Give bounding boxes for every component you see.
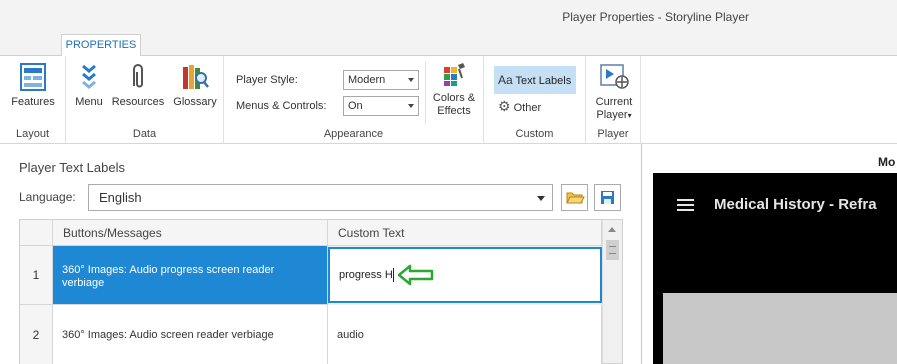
group-label-layout: Layout [15,128,50,140]
resources-button[interactable]: Resources [110,62,166,109]
pane-divider[interactable] [641,144,642,364]
group-player: Current Player▾ Player [586,56,641,144]
custom-text-value: progress H [339,269,393,281]
glossary-icon [183,65,209,89]
vertical-scrollbar[interactable] [602,220,622,363]
folder-icon [566,192,585,204]
row-number: 1 [20,246,53,305]
preview-title: Medical History - Refra [714,196,877,213]
scrollbar-thumb[interactable] [606,240,619,260]
table-row-message[interactable]: 360° Images: Audio progress screen reade… [53,246,328,305]
preview-slide-area [663,293,897,364]
features-label: Features [11,96,55,108]
ribbon-tab-row: PROPERTIES [0,32,897,57]
panel-title: Player Text Labels [19,160,125,175]
text-labels-table: Buttons/Messages Custom Text 1 360° Imag… [19,219,623,364]
custom-text-value: audio [337,329,364,341]
message-line2: verbiage [62,277,105,289]
scroll-up-icon[interactable] [608,227,616,232]
group-label-data: Data [132,128,157,140]
group-data: Menu Resources Glossary Data [66,56,224,144]
message-line1: 360° Images: Audio screen reader verbiag… [62,329,274,341]
language-label: Language: [19,190,76,204]
features-button[interactable]: Features [10,62,56,109]
hamburger-icon [677,199,694,211]
custom-text-cell[interactable]: audio [328,305,602,364]
glossary-button[interactable]: Glossary [170,62,220,109]
colors-effects-line2: Effects [437,105,471,117]
palette-icon [444,63,465,86]
language-dropdown[interactable]: English [88,184,553,211]
current-player-button[interactable]: Current Player▾ [590,62,638,122]
group-appearance: Player Style: Modern Menus & Controls: O… [224,56,484,144]
language-value: English [99,190,142,205]
player-icon [600,64,629,89]
save-icon [601,191,614,204]
chevron-down-icon [537,196,545,201]
column-header-custom-text[interactable]: Custom Text [328,220,602,246]
group-label-player: Player [597,128,629,140]
menu-button[interactable]: Menu [72,62,106,109]
save-button[interactable] [594,184,621,211]
menu-icon [82,64,96,89]
features-icon [20,63,46,91]
menus-controls-label: Menus & Controls: [236,100,327,112]
grip-icon [609,246,616,254]
text-cursor [392,268,394,283]
paperclip-icon [133,64,143,88]
gear-icon: ⚙ [498,98,511,114]
group-label-appearance: Appearance [323,128,384,140]
other-label: Other [513,102,542,114]
group-layout: Features Layout [0,56,66,144]
current-player-line2: Player [596,109,628,121]
open-folder-button[interactable] [561,184,588,211]
colors-effects-line1: Colors & [432,92,476,104]
title-bar: Player Properties - Storyline Player [0,0,897,32]
row-number-header [20,220,53,246]
menu-label: Menu [75,96,103,108]
player-style-dropdown[interactable]: Modern [343,70,419,90]
player-style-label: Player Style: [236,74,298,86]
resources-label: Resources [111,96,165,108]
text-labels-button[interactable]: Aa Text Labels [494,66,576,94]
row-number: 2 [20,305,53,364]
player-style-value: Modern [348,74,386,86]
menus-controls-value: On [348,100,363,112]
column-header-messages[interactable]: Buttons/Messages [53,220,328,246]
colors-effects-button[interactable]: Colors & Effects [428,62,480,118]
arrow-left-icon [397,264,434,286]
group-label-custom: Custom [515,128,554,140]
chevron-down-icon [408,104,414,108]
window-title: Player Properties - Storyline Player [562,10,749,24]
menus-controls-dropdown[interactable]: On [343,96,419,116]
text-labels-icon: Aa [498,73,513,87]
message-line1: 360° Images: Audio progress screen reade… [62,264,275,276]
custom-text-input[interactable]: progress H [328,247,602,303]
chevron-down-icon [408,78,414,82]
current-player-line1: Current [595,96,633,108]
separator [425,62,426,124]
ribbon: Features Layout Menu Resources Glossary … [0,56,897,144]
player-preview: Medical History - Refra [653,173,897,364]
other-button[interactable]: ⚙ Other [498,97,568,115]
tab-properties[interactable]: PROPERTIES [61,34,141,57]
text-labels-label: Text Labels [515,75,572,87]
chevron-down-icon: ▾ [627,111,632,120]
glossary-label: Glossary [173,96,217,108]
table-row-message[interactable]: 360° Images: Audio screen reader verbiag… [53,305,328,364]
preview-header: Mo [878,155,896,169]
